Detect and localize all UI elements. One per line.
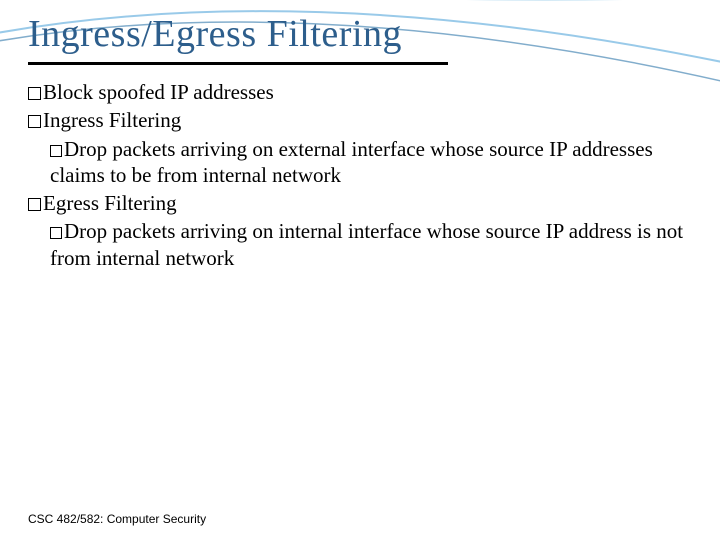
bullet-text: Egress Filtering bbox=[43, 191, 177, 215]
box-bullet-icon bbox=[50, 227, 62, 239]
bullet-egress-detail: Drop packets arriving on internal interf… bbox=[50, 218, 692, 271]
bullet-text: Drop packets arriving on internal interf… bbox=[50, 219, 683, 269]
box-bullet-icon bbox=[28, 87, 41, 100]
box-bullet-icon bbox=[28, 198, 41, 211]
slide-title: Ingress/Egress Filtering bbox=[28, 12, 448, 65]
slide-footer: CSC 482/582: Computer Security bbox=[28, 512, 206, 526]
bullet-text: Block spoofed IP addresses bbox=[43, 80, 274, 104]
bullet-ingress: Ingress Filtering bbox=[28, 107, 692, 133]
box-bullet-icon bbox=[28, 115, 41, 128]
bullet-text: Drop packets arriving on external interf… bbox=[50, 137, 653, 187]
slide-content: Block spoofed IP addresses Ingress Filte… bbox=[28, 79, 692, 271]
slide: Ingress/Egress Filtering Block spoofed I… bbox=[0, 0, 720, 540]
box-bullet-icon bbox=[50, 145, 62, 157]
bullet-block-spoofed: Block spoofed IP addresses bbox=[28, 79, 692, 105]
bullet-ingress-detail: Drop packets arriving on external interf… bbox=[50, 136, 692, 189]
bullet-text: Ingress Filtering bbox=[43, 108, 181, 132]
bullet-egress: Egress Filtering bbox=[28, 190, 692, 216]
